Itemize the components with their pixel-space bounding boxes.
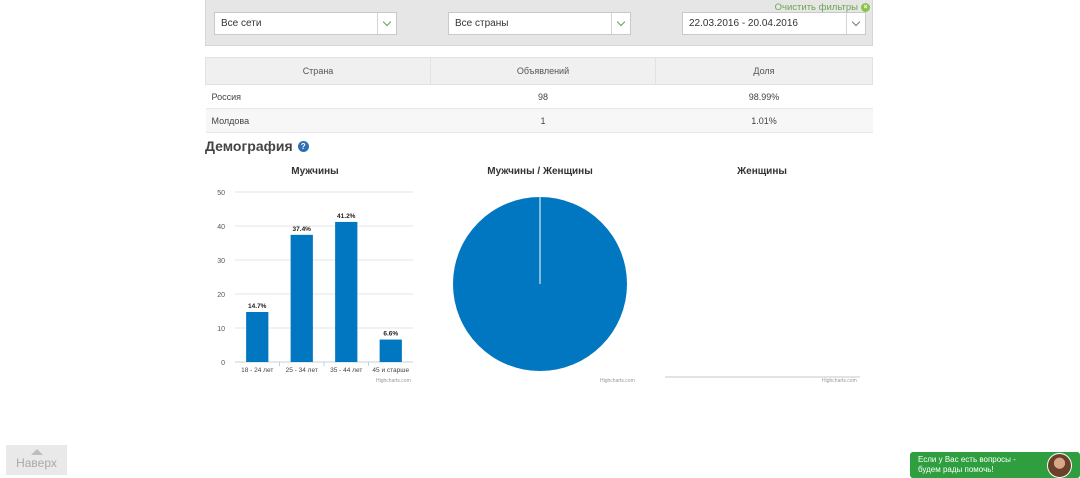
demography-heading: Демография ?	[205, 138, 309, 154]
column-header-share: Доля	[655, 57, 873, 85]
x-tick-label: 25 - 34 лет	[286, 367, 318, 374]
y-tick-label: 30	[217, 258, 225, 265]
men-bar-chart: 0 10 20 30 40 50 14.7% 18 - 24 лет 37.4% 25 - 34 …	[217, 190, 413, 374]
chevron-down-icon	[846, 13, 865, 34]
column-header-country: Страна	[205, 57, 431, 85]
gender-pie-chart	[453, 197, 627, 371]
x-tick-label: 35 - 44 лет	[330, 367, 362, 374]
bar	[290, 234, 313, 362]
cell-share: 98.99%	[655, 84, 873, 109]
country-select[interactable]: Все страны	[448, 12, 631, 35]
back-to-top-label: Наверх	[16, 456, 57, 470]
y-tick-label: 50	[217, 190, 225, 197]
y-tick-label: 20	[217, 292, 225, 299]
highcharts-credit[interactable]: Highcharts.com	[822, 378, 857, 384]
arrow-up-icon	[30, 449, 43, 455]
avatar	[1047, 453, 1072, 478]
data-label: 41.2%	[337, 213, 356, 220]
chevron-down-icon	[377, 13, 396, 34]
date-range-select[interactable]: 22.03.2016 - 20.04.2016	[682, 12, 866, 35]
highcharts-credit[interactable]: Highcharts.com	[376, 378, 411, 384]
chart-title-men-women: Мужчины / Женщины	[487, 166, 593, 177]
chart-title-women: Женщины	[737, 166, 787, 177]
close-icon: ×	[861, 3, 870, 12]
cell-ads: 1	[430, 108, 656, 133]
bar	[246, 312, 269, 362]
data-label: 14.7%	[248, 303, 267, 310]
bar	[379, 339, 402, 362]
data-label: 37.4%	[293, 226, 312, 233]
table-row: Молдова 1 1.01%	[205, 108, 873, 133]
y-tick-label: 40	[217, 224, 225, 231]
back-to-top-button[interactable]: Наверх	[6, 445, 67, 475]
filter-panel: Очистить фильтры × Все сети Все страны 2…	[205, 0, 873, 46]
x-tick-label: 18 - 24 лет	[241, 367, 273, 374]
chevron-down-icon	[611, 13, 630, 34]
network-select[interactable]: Все сети	[214, 12, 397, 35]
x-tick-label: 45 и старше	[372, 367, 409, 374]
y-tick-label: 0	[221, 360, 225, 367]
cell-country: Молдова	[205, 108, 431, 133]
help-icon[interactable]: ?	[297, 140, 309, 152]
chat-widget[interactable]: Если у Вас есть вопросы - будем рады пом…	[910, 452, 1080, 478]
network-select-value: Все сети	[221, 18, 262, 29]
country-table: Страна Объявлений Доля Россия 98 98.99% …	[205, 57, 873, 133]
section-title: Демография	[205, 138, 293, 154]
column-header-ads: Объявлений	[430, 57, 656, 85]
highcharts-credit[interactable]: Highcharts.com	[600, 378, 635, 384]
cell-country: Россия	[205, 84, 431, 109]
bar	[335, 221, 358, 362]
data-label: 6.6%	[383, 331, 398, 338]
cell-ads: 98	[430, 84, 656, 109]
chart-title-men: Мужчины	[291, 166, 339, 177]
country-select-value: Все страны	[455, 18, 509, 29]
date-range-value: 22.03.2016 - 20.04.2016	[689, 18, 798, 29]
cell-share: 1.01%	[655, 108, 873, 133]
table-header-row: Страна Объявлений Доля	[205, 57, 873, 85]
y-tick-label: 10	[217, 326, 225, 333]
table-row: Россия 98 98.99%	[205, 84, 873, 109]
